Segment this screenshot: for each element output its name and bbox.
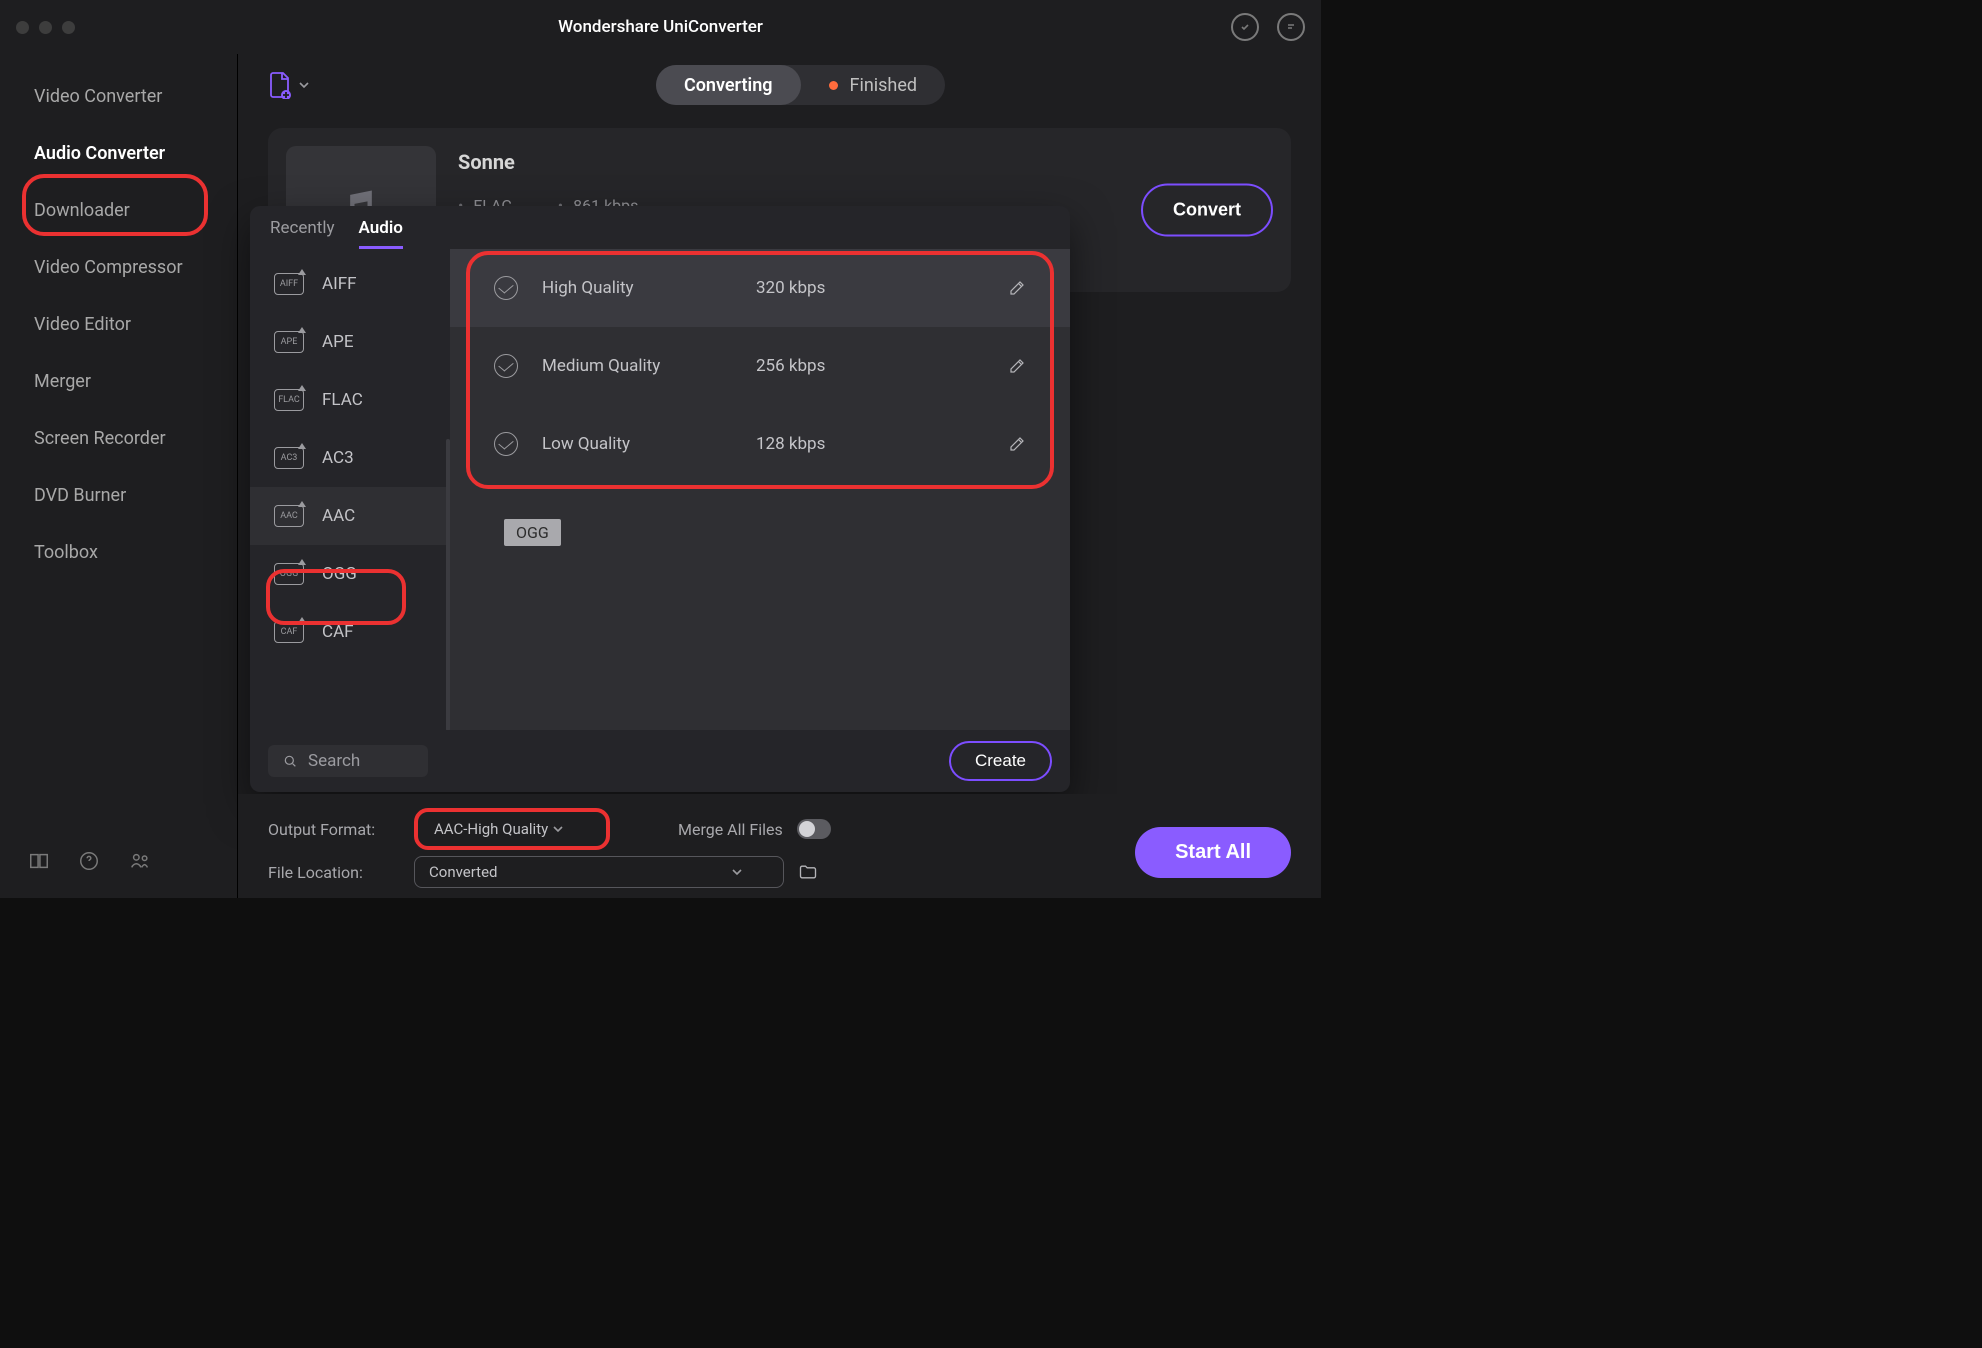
tab-finished[interactable]: Finished: [801, 65, 946, 105]
quality-row-low[interactable]: Low Quality 128 kbps: [450, 405, 1070, 483]
format-badge-icon: AAC: [274, 505, 304, 527]
create-button[interactable]: Create: [949, 741, 1052, 781]
feedback-icon[interactable]: [1277, 13, 1305, 41]
format-item-ogg[interactable]: OGG OGG: [250, 545, 450, 603]
sidebar: Video Converter Audio Converter Download…: [0, 54, 238, 898]
format-badge-icon: CAF: [274, 621, 304, 643]
format-item-ape[interactable]: APE APE: [250, 313, 450, 371]
quality-select-icon: [494, 354, 518, 378]
format-item-flac[interactable]: FLAC FLAC: [250, 371, 450, 429]
main-panel: Converting Finished Sonne FLAC 861 kbps …: [238, 54, 1321, 898]
sidebar-item-video-compressor[interactable]: Video Compressor: [0, 239, 237, 296]
sidebar-item-downloader[interactable]: Downloader: [0, 182, 237, 239]
quality-row-medium[interactable]: Medium Quality 256 kbps: [450, 327, 1070, 405]
maximize-window-button[interactable]: [62, 21, 75, 34]
format-label: FLAC: [322, 390, 363, 410]
output-format-label: Output Format:: [268, 820, 400, 839]
format-item-aac[interactable]: AAC AAC: [250, 487, 450, 545]
merge-all-label: Merge All Files: [678, 820, 783, 839]
format-list: AIFF AIFF APE APE FLAC FLAC AC3 AC3 AAC AAC O…: [250, 249, 450, 730]
quality-rate: 128 kbps: [756, 434, 825, 454]
format-label: AIFF: [322, 274, 357, 294]
merge-all-toggle[interactable]: [797, 819, 831, 839]
annotation-highlight: AAC-High Quality: [414, 808, 610, 850]
open-folder-icon[interactable]: [798, 862, 818, 882]
quality-row-high[interactable]: High Quality 320 kbps: [450, 249, 1070, 327]
format-label: OGG: [322, 564, 357, 584]
titlebar: Wondershare UniConverter: [0, 0, 1321, 54]
community-icon[interactable]: [128, 850, 152, 872]
quality-name: Low Quality: [542, 434, 732, 454]
add-file-button[interactable]: [268, 71, 310, 99]
sidebar-item-merger[interactable]: Merger: [0, 353, 237, 410]
quality-select-icon: [494, 276, 518, 300]
file-location-label: File Location:: [268, 863, 400, 882]
start-all-button[interactable]: Start All: [1135, 827, 1291, 878]
guide-icon[interactable]: [28, 850, 50, 872]
format-badge-icon: AC3: [274, 447, 304, 469]
file-title: Sonne: [458, 150, 638, 174]
quality-select-icon: [494, 432, 518, 456]
format-badge-icon: OGG: [274, 563, 304, 585]
bottom-bar: Output Format: AAC-High Quality Merge Al…: [238, 794, 1321, 898]
edit-icon[interactable]: [1008, 357, 1026, 375]
popup-tab-audio[interactable]: Audio: [359, 218, 403, 249]
window-controls: [16, 21, 75, 34]
format-label: APE: [322, 332, 353, 352]
quality-list: High Quality 320 kbps Medium Quality 256…: [450, 249, 1070, 730]
output-format-select[interactable]: AAC-High Quality: [420, 814, 604, 844]
format-label: AC3: [322, 448, 354, 468]
tab-converting-label: Converting: [684, 75, 773, 96]
sidebar-item-audio-converter[interactable]: Audio Converter: [0, 125, 237, 182]
convert-button[interactable]: Convert: [1141, 184, 1273, 237]
minimize-window-button[interactable]: [39, 21, 52, 34]
format-badge-icon: AIFF: [274, 273, 304, 295]
format-label: CAF: [322, 622, 354, 642]
format-item-caf[interactable]: CAF CAF: [250, 603, 450, 661]
close-window-button[interactable]: [16, 21, 29, 34]
format-popup: Recently Audio AIFF AIFF APE APE FLAC FLAC …: [250, 206, 1070, 792]
tab-converting[interactable]: Converting: [656, 65, 801, 105]
finished-indicator-dot: [829, 81, 838, 90]
edit-icon[interactable]: [1008, 279, 1026, 297]
quality-rate: 320 kbps: [756, 278, 825, 298]
sidebar-item-video-converter[interactable]: Video Converter: [0, 68, 237, 125]
search-input[interactable]: Search: [268, 745, 428, 777]
popup-tab-recently[interactable]: Recently: [270, 218, 335, 249]
format-badge-icon: APE: [274, 331, 304, 353]
format-item-aiff[interactable]: AIFF AIFF: [250, 255, 450, 313]
app-title: Wondershare UniConverter: [558, 17, 763, 37]
file-location-select[interactable]: Converted: [414, 856, 784, 888]
format-badge-icon: FLAC: [274, 389, 304, 411]
quality-rate: 256 kbps: [756, 356, 825, 376]
status-tabs: Converting Finished: [656, 65, 945, 105]
format-label: AAC: [322, 506, 355, 526]
format-item-ac3[interactable]: AC3 AC3: [250, 429, 450, 487]
ogg-tooltip: OGG: [504, 519, 561, 546]
sidebar-item-dvd-burner[interactable]: DVD Burner: [0, 467, 237, 524]
quality-name: High Quality: [542, 278, 732, 298]
quality-name: Medium Quality: [542, 356, 732, 376]
sidebar-item-toolbox[interactable]: Toolbox: [0, 524, 237, 581]
sidebar-item-screen-recorder[interactable]: Screen Recorder: [0, 410, 237, 467]
output-format-value: AAC-High Quality: [434, 820, 548, 838]
tab-finished-label: Finished: [850, 75, 918, 96]
help-icon[interactable]: [78, 850, 100, 872]
file-location-value: Converted: [429, 863, 498, 881]
sidebar-item-video-editor[interactable]: Video Editor: [0, 296, 237, 353]
search-placeholder: Search: [308, 751, 360, 771]
account-icon[interactable]: [1231, 13, 1259, 41]
edit-icon[interactable]: [1008, 435, 1026, 453]
